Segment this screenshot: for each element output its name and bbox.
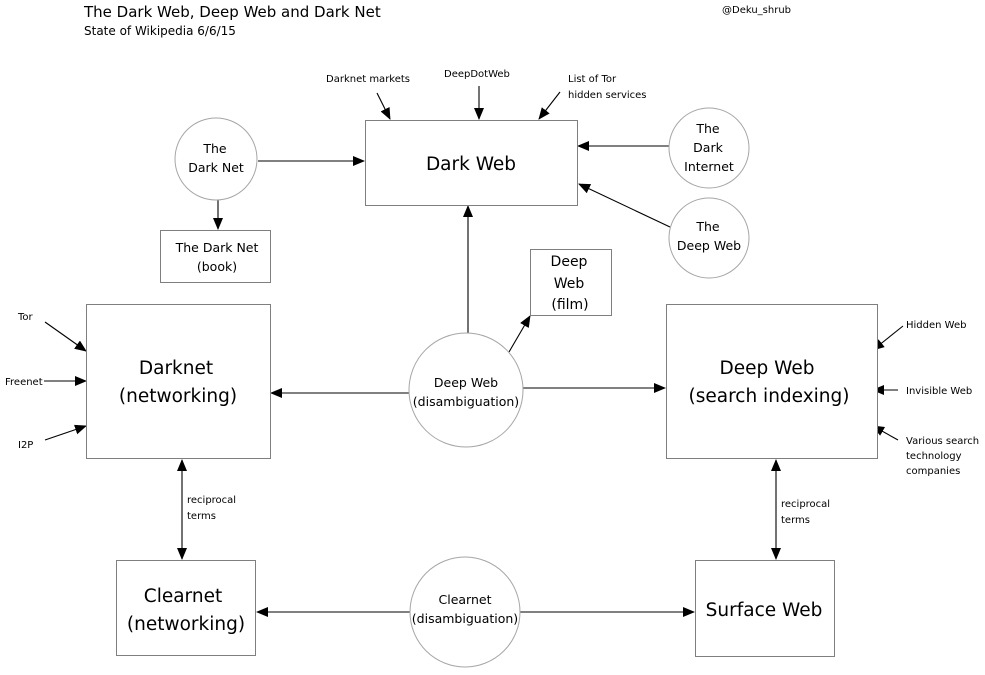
label-reciprocal-left-line1: reciprocal <box>187 495 236 506</box>
node-clearnet-networking: Clearnet (networking) <box>116 560 256 656</box>
label-list-of-tor-line1: List of Tor <box>568 74 617 85</box>
node-label: Clearnet <box>439 592 492 607</box>
node-deep-web-film: Deep Web (film) <box>530 249 612 316</box>
label-deepdotweb: DeepDotWeb <box>444 69 510 80</box>
label-reciprocal-right-line2: terms <box>781 515 810 526</box>
node-the-dark-internet: The Dark Internet <box>668 107 750 189</box>
node-label: The <box>695 121 720 136</box>
label-reciprocal-right-line1: reciprocal <box>781 499 830 510</box>
node-deep-web-search-indexing: Deep Web (search indexing) <box>666 304 878 459</box>
node-label: (networking) <box>127 614 245 635</box>
node-label: (film) <box>551 297 588 313</box>
node-label: (disambiguation) <box>412 611 518 626</box>
node-label: Surface Web <box>706 600 823 621</box>
label-invisible-web: Invisible Web <box>906 386 972 397</box>
edge-darknet-markets-to-dark-web <box>376 92 391 120</box>
node-label: Deep Web <box>720 358 815 379</box>
node-label: (disambiguation) <box>413 394 519 409</box>
node-label: Clearnet <box>144 586 222 607</box>
label-various-search-line1: Various search <box>906 436 979 447</box>
edge-deep-web-disambiguation-to-film <box>508 315 531 353</box>
node-surface-web: Surface Web <box>695 560 835 657</box>
node-label: Deep Web <box>434 375 498 390</box>
node-label: Dark Web <box>426 154 516 175</box>
label-freenet: Freenet <box>5 377 43 388</box>
diagram-subtitle: State of Wikipedia 6/6/15 <box>84 24 236 38</box>
node-clearnet-disambiguation: Clearnet (disambiguation) <box>409 556 521 668</box>
edge-i2p-to-darknet <box>44 424 87 441</box>
label-reciprocal-left-line2: terms <box>187 511 216 522</box>
node-label: The Dark Net <box>175 240 259 255</box>
node-label: The <box>202 141 227 156</box>
label-various-search-line3: companies <box>906 466 960 477</box>
label-i2p: I2P <box>18 440 33 451</box>
edge-the-deep-web-to-dark-web <box>578 183 671 228</box>
diagram-canvas: The Dark Web, Deep Web and Dark Net Stat… <box>5 3 979 668</box>
node-deep-web-disambiguation: Deep Web (disambiguation) <box>408 332 524 448</box>
node-label: (search indexing) <box>689 386 850 407</box>
node-label: Dark <box>693 140 723 155</box>
edge-list-of-tor-to-dark-web <box>538 91 561 120</box>
label-tor: Tor <box>17 312 34 323</box>
author-handle: @Deku_shrub <box>722 5 791 16</box>
node-the-dark-net: The Dark Net <box>174 117 258 201</box>
node-the-dark-net-book: The Dark Net (book) <box>160 230 271 283</box>
label-various-search-line2: technology <box>906 451 962 462</box>
node-label: Deep Web <box>677 238 741 253</box>
node-label: Deep <box>551 254 588 270</box>
node-label: Internet <box>684 159 734 174</box>
node-the-deep-web: The Deep Web <box>668 197 750 279</box>
label-list-of-tor-line2: hidden services <box>568 90 647 101</box>
node-dark-web: Dark Web <box>365 120 578 206</box>
node-label: The <box>695 219 720 234</box>
edge-tor-to-darknet <box>44 321 87 352</box>
node-label: (networking) <box>119 386 237 407</box>
node-label: Web <box>554 276 585 292</box>
label-hidden-web: Hidden Web <box>906 320 966 331</box>
node-darknet-networking: Darknet (networking) <box>86 304 271 459</box>
node-label: (book) <box>197 259 237 274</box>
node-label: Darknet <box>139 358 213 379</box>
label-darknet-markets: Darknet markets <box>326 74 410 85</box>
diagram-title: The Dark Web, Deep Web and Dark Net <box>83 3 381 21</box>
node-label: Dark Net <box>188 160 244 175</box>
